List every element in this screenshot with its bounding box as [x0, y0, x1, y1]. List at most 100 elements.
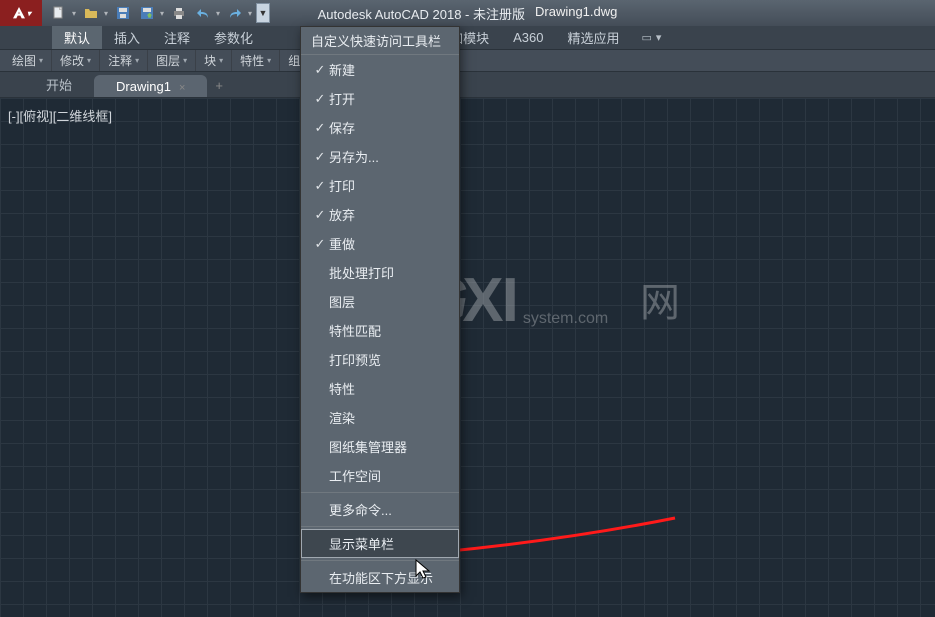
menu-header: 自定义快速访问工具栏 [301, 27, 459, 55]
menu-item-label: 特性 [329, 379, 449, 398]
ribbon-tab-label: A360 [513, 30, 543, 45]
ribbon-tab-insert[interactable]: 插入 [102, 26, 152, 49]
menu-item-label: 工作空间 [329, 466, 449, 485]
menu-separator [301, 560, 459, 561]
menu-item-label: 放弃 [329, 205, 449, 224]
chevron-down-icon: ▾ [219, 56, 223, 65]
panel-label: 组 [288, 52, 300, 69]
drawing-area[interactable]: [-][俯视][二维线框] [0, 98, 935, 617]
chevron-down-icon[interactable]: ▾ [158, 9, 166, 18]
doc-tab-drawing1[interactable]: Drawing1 × [94, 75, 207, 97]
qat-redo-button[interactable] [224, 3, 246, 23]
chevron-down-icon[interactable]: ▾ [102, 9, 110, 18]
ribbon-tab-default[interactable]: 默认 [52, 26, 102, 49]
ribbon-tab-label: 默认 [64, 28, 90, 47]
ribbon-minimize-button[interactable]: ▭▾ [641, 26, 661, 49]
menu-item-workspace[interactable]: 工作空间 [301, 461, 459, 490]
open-icon [83, 5, 99, 21]
panel-label: 块 [204, 52, 216, 69]
chevron-down-icon[interactable]: ▾ [70, 9, 78, 18]
menu-item-save[interactable]: ✓保存 [301, 113, 459, 142]
menu-item-properties[interactable]: 特性 [301, 374, 459, 403]
title-bar: ▾ ▾ ▾ ▾ ▾ ▾ ▼ Autodesk AutoCAD 2018 - 未注… [0, 0, 935, 26]
qat-saveas-button[interactable] [136, 3, 158, 23]
qat-customize-dropdown-button[interactable]: ▼ [256, 3, 270, 23]
menu-item-new[interactable]: ✓新建 [301, 55, 459, 84]
doc-tab-label: Drawing1 [116, 79, 171, 94]
viewport-label[interactable]: [-][俯视][二维线框] [8, 106, 112, 125]
panel-modify[interactable]: 修改▾ [52, 50, 100, 71]
doc-tab-start[interactable]: 开始 [24, 71, 94, 97]
menu-item-label: 新建 [329, 60, 449, 79]
chevron-down-icon: ▾ [87, 56, 91, 65]
qat-new-button[interactable] [48, 3, 70, 23]
close-icon[interactable]: × [179, 82, 185, 94]
checkmark-icon: ✓ [311, 91, 329, 107]
chevron-down-icon[interactable]: ▾ [214, 9, 222, 18]
ribbon-tab-label: 注释 [164, 28, 190, 47]
chevron-down-icon: ▾ [183, 56, 187, 65]
menu-item-saveas[interactable]: ✓另存为... [301, 142, 459, 171]
panel-layers[interactable]: 图层▾ [148, 50, 196, 71]
menu-item-show-below-ribbon[interactable]: 在功能区下方显示 [301, 563, 459, 592]
panel-properties[interactable]: 特性▾ [232, 50, 280, 71]
menu-item-label: 打印 [329, 176, 449, 195]
doc-tab-new-button[interactable]: + [207, 74, 231, 97]
menu-item-label: 图层 [329, 292, 449, 311]
menu-item-label: 批处理打印 [329, 263, 449, 282]
chevron-down-icon: ▾ [135, 56, 139, 65]
checkmark-icon: ✓ [311, 236, 329, 252]
document-tab-strip: 开始 Drawing1 × + [0, 72, 935, 98]
grid-background [0, 98, 935, 617]
menu-item-label: 打印预览 [329, 350, 449, 369]
menu-item-label: 重做 [329, 234, 449, 253]
ribbon-tab-a360[interactable]: A360 [501, 26, 555, 49]
panel-label: 绘图 [12, 52, 36, 69]
saveas-icon [139, 5, 155, 21]
menu-item-layer[interactable]: 图层 [301, 287, 459, 316]
menu-item-redo[interactable]: ✓重做 [301, 229, 459, 258]
menu-item-open[interactable]: ✓打开 [301, 84, 459, 113]
qat-print-button[interactable] [168, 3, 190, 23]
menu-item-show-menubar[interactable]: 显示菜单栏 [301, 529, 459, 558]
panel-label: 特性 [240, 52, 264, 69]
plus-icon: + [215, 78, 223, 93]
panel-annotation[interactable]: 注释▾ [100, 50, 148, 71]
chevron-down-icon[interactable]: ▾ [246, 9, 254, 18]
checkmark-icon: ✓ [311, 178, 329, 194]
qat-undo-button[interactable] [192, 3, 214, 23]
menu-item-batch-plot[interactable]: 批处理打印 [301, 258, 459, 287]
save-icon [115, 5, 131, 21]
autocad-a-icon [11, 5, 27, 21]
qat-open-button[interactable] [80, 3, 102, 23]
menu-item-more-commands[interactable]: 更多命令... [301, 495, 459, 524]
panel-draw[interactable]: 绘图▾ [4, 50, 52, 71]
menu-item-label: 显示菜单栏 [329, 534, 449, 553]
menu-separator [301, 526, 459, 527]
chevron-down-icon: ▾ [656, 31, 662, 44]
menu-item-undo[interactable]: ✓放弃 [301, 200, 459, 229]
menu-item-print[interactable]: ✓打印 [301, 171, 459, 200]
ribbon-panel-row: 绘图▾ 修改▾ 注释▾ 图层▾ 块▾ 特性▾ 组▾ 实 [0, 50, 935, 72]
chevron-down-icon: ▾ [267, 56, 271, 65]
menu-item-render[interactable]: 渲染 [301, 403, 459, 432]
menu-item-label: 另存为... [329, 147, 449, 166]
qat-save-button[interactable] [112, 3, 134, 23]
ribbon-tab-featured[interactable]: 精选应用 [555, 26, 631, 49]
menu-item-match-props[interactable]: 特性匹配 [301, 316, 459, 345]
ribbon-tab-annotate[interactable]: 注释 [152, 26, 202, 49]
menu-item-label: 打开 [329, 89, 449, 108]
print-icon [171, 5, 187, 21]
quick-access-toolbar: ▾ ▾ ▾ ▾ ▾ ▼ [42, 3, 276, 23]
menu-item-label: 在功能区下方显示 [329, 568, 449, 587]
menu-item-sheet-set-mgr[interactable]: 图纸集管理器 [301, 432, 459, 461]
menu-item-plot-preview[interactable]: 打印预览 [301, 345, 459, 374]
ribbon-tab-parametric[interactable]: 参数化 [202, 26, 265, 49]
redo-icon [227, 5, 243, 21]
panel-label: 图层 [156, 52, 180, 69]
checkmark-icon: ✓ [311, 62, 329, 78]
doc-tab-label: 开始 [46, 78, 72, 93]
app-logo[interactable]: ▾ [0, 0, 42, 26]
panel-block[interactable]: 块▾ [196, 50, 232, 71]
checkmark-icon: ✓ [311, 120, 329, 136]
